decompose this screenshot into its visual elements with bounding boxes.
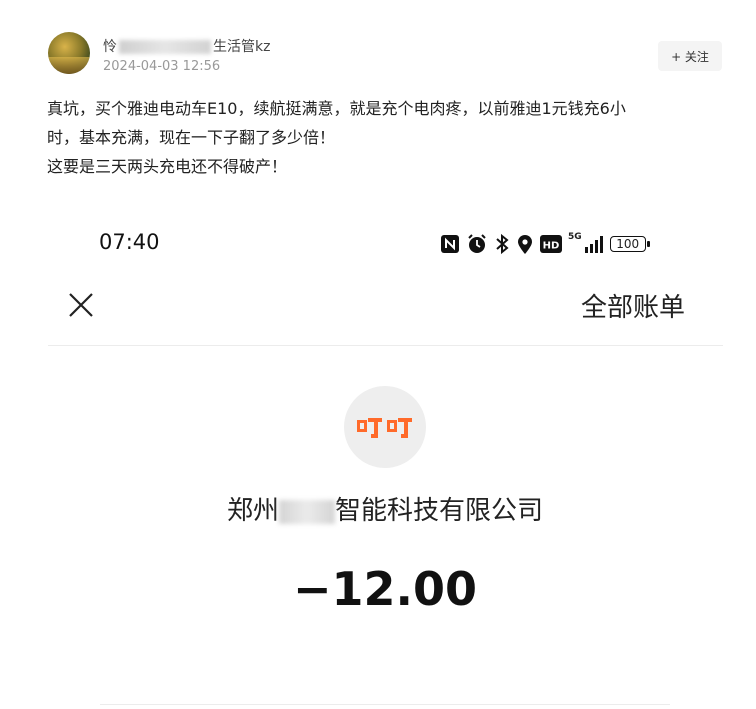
close-icon[interactable] xyxy=(68,292,94,318)
nfc-icon xyxy=(441,235,459,253)
merchant-name-redaction xyxy=(279,499,335,524)
merchant-name-suffix: 智能科技有限公司 xyxy=(335,496,544,526)
alarm-icon xyxy=(468,234,486,253)
post-text: 真坑，买个雅迪电动车E10，续航挺满意，就是充个电肉疼，以前雅迪1元钱充6小 时… xyxy=(47,94,727,181)
battery-icon: 100 xyxy=(609,236,650,252)
username-redaction xyxy=(119,40,211,54)
hd-icon: HD xyxy=(540,235,562,253)
merchant-name: 郑州 智能科技有限公司 xyxy=(0,490,756,527)
merchant-logo xyxy=(344,386,426,468)
location-icon xyxy=(518,235,532,254)
post-text-line: 真坑，买个雅迪电动车E10，续航挺满意，就是充个电肉疼，以前雅迪1元钱充6小 xyxy=(47,99,626,118)
header-divider xyxy=(48,345,723,346)
username[interactable]: 怜 生活管kz xyxy=(103,36,270,56)
svg-text:HD: HD xyxy=(543,241,560,252)
bottom-divider xyxy=(100,704,670,705)
network-label: 5G xyxy=(568,232,582,242)
bluetooth-icon xyxy=(496,233,509,255)
signal-icon xyxy=(584,236,603,253)
username-prefix: 怜 xyxy=(103,39,117,55)
merchant-logo-mark xyxy=(357,418,412,438)
post-timestamp: 2024-04-03 12:56 xyxy=(103,59,221,74)
status-time: 07:40 xyxy=(99,230,160,254)
user-avatar[interactable] xyxy=(48,32,90,74)
post-text-line: 时，基本充满，现在一下子翻了多少倍！ xyxy=(47,128,336,147)
transaction-amount: −12.00 xyxy=(292,562,478,616)
page-title: 全部账单 xyxy=(581,293,686,323)
username-suffix: 生活管kz xyxy=(213,39,271,55)
follow-button[interactable]: + 关注 xyxy=(658,41,722,71)
status-icons: HD 5G 100 xyxy=(440,232,650,256)
merchant-name-prefix: 郑州 xyxy=(226,496,279,526)
post-text-line: 这要是三天两头充电还不得破产！ xyxy=(47,157,288,176)
